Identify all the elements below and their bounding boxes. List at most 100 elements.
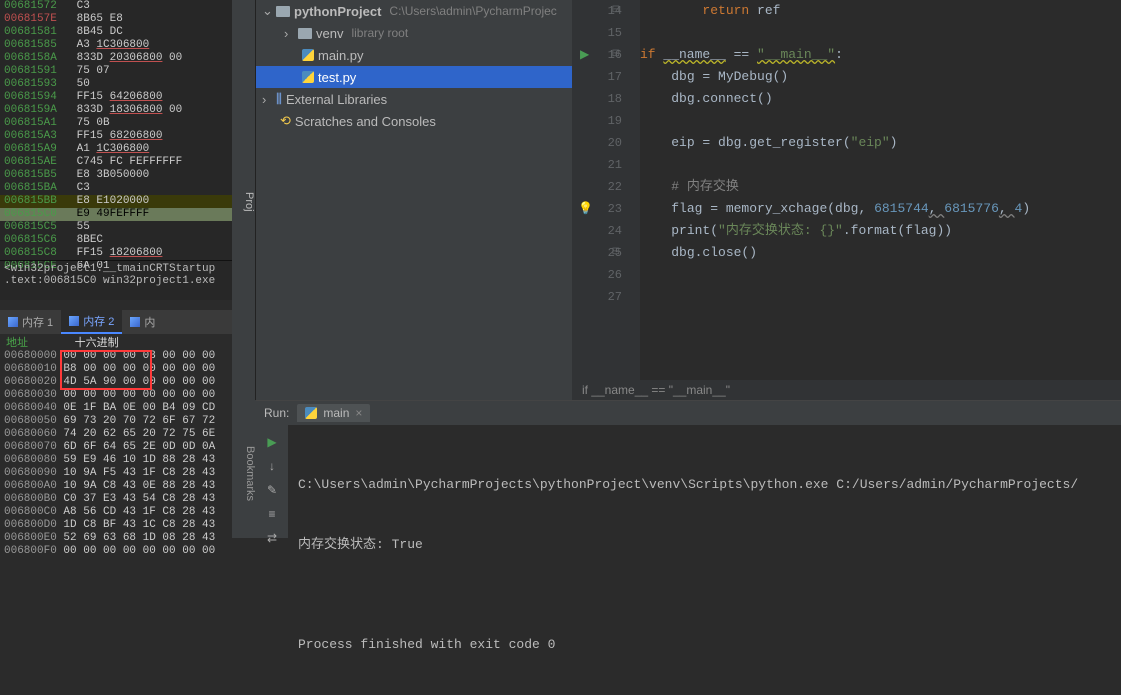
tree-external-libraries[interactable]: › ⫼ External Libraries bbox=[256, 88, 572, 110]
project-tree[interactable]: ⌄ pythonProject C:\Users\admin\PycharmPr… bbox=[256, 0, 572, 400]
code-line[interactable] bbox=[640, 286, 1121, 308]
disasm-row[interactable]: 0068157E 8B65 E8 bbox=[0, 13, 232, 26]
memdump-row[interactable]: 006800F0 00 00 00 00 00 00 00 00 bbox=[4, 545, 228, 558]
line-number[interactable]: 15 bbox=[572, 22, 622, 44]
code-line[interactable]: if __name__ == "__main__": bbox=[640, 44, 1121, 66]
fold-icon[interactable]: ⊟ bbox=[612, 0, 620, 22]
code-line[interactable]: dbg = MyDebug() bbox=[640, 66, 1121, 88]
tree-test-label: test.py bbox=[318, 70, 356, 85]
disasm-row[interactable]: 00681585 A3 1C306800 bbox=[0, 39, 232, 52]
memdump-row[interactable]: 00680090 10 9A F5 43 1F C8 28 43 bbox=[4, 467, 228, 480]
disasm-row[interactable]: 0068159A 833D 18306800 00 bbox=[0, 104, 232, 117]
chevron-right-icon: › bbox=[284, 26, 294, 41]
line-number[interactable]: 14⊟ bbox=[572, 0, 622, 22]
memdump-row[interactable]: 00680080 59 E9 46 10 1D 88 28 43 bbox=[4, 454, 228, 467]
hex-label: 十六进制 bbox=[75, 338, 119, 350]
run-tab-main[interactable]: main × bbox=[297, 404, 370, 422]
line-number[interactable]: 19 bbox=[572, 110, 622, 132]
tree-main-py[interactable]: main.py bbox=[256, 44, 572, 66]
memdump-row[interactable]: 006800A0 10 9A C8 43 0E 88 28 43 bbox=[4, 480, 228, 493]
code-line[interactable]: dbg.connect() bbox=[640, 88, 1121, 110]
code-line[interactable]: print("内存交换状态: {}".format(flag)) bbox=[640, 220, 1121, 242]
fold-icon[interactable]: ⊟ bbox=[612, 242, 620, 264]
code-line[interactable]: eip = dbg.get_register("eip") bbox=[640, 132, 1121, 154]
memdump-row[interactable]: 00680050 69 73 20 70 72 6F 67 72 bbox=[4, 415, 228, 428]
disasm-row[interactable]: 006815A1 75 0B bbox=[0, 117, 232, 130]
disasm-row[interactable]: 006815BB E8 E1020000 bbox=[0, 195, 232, 208]
project-sidebar-strip[interactable]: Proj bbox=[232, 0, 256, 400]
tree-root[interactable]: ⌄ pythonProject C:\Users\admin\PycharmPr… bbox=[256, 0, 572, 22]
disasm-row[interactable]: 006815C6 8BEC bbox=[0, 234, 232, 247]
disasm-row[interactable]: 006815A9 A1 1C306800 bbox=[0, 143, 232, 156]
disasm-row[interactable]: 006815C5 55 bbox=[0, 221, 232, 234]
disasm-row[interactable]: 006815B5 E8 3B050000 bbox=[0, 169, 232, 182]
disasm-row[interactable]: 006815A3 FF15 68206800 bbox=[0, 130, 232, 143]
code-line[interactable]: flag = memory_xchage(dbg, 6815744, 68157… bbox=[640, 198, 1121, 220]
memdump-row[interactable]: 00680000 00 00 00 00 03 00 00 00 bbox=[4, 350, 228, 363]
memdump-row[interactable]: 00680020 4D 5A 90 00 00 00 00 00 bbox=[4, 376, 228, 389]
line-number[interactable]: 25⊟ bbox=[572, 242, 622, 264]
disasm-row[interactable]: 006815BA C3 bbox=[0, 182, 232, 195]
code-line[interactable] bbox=[640, 154, 1121, 176]
line-number[interactable]: 22 bbox=[572, 176, 622, 198]
disasm-row[interactable]: 006815C0 E9 49FEFFFF bbox=[0, 208, 232, 221]
editor-gutter[interactable]: 14⊟1516▶⊟17181920212223💡2425⊟2627 bbox=[572, 0, 640, 400]
tree-venv[interactable]: › venv library root bbox=[256, 22, 572, 44]
code-line[interactable]: dbg.close() bbox=[640, 242, 1121, 264]
intention-bulb-icon[interactable]: 💡 bbox=[578, 198, 593, 220]
code-line[interactable]: return ref bbox=[640, 0, 1121, 22]
memory-tab-3[interactable]: 内 bbox=[122, 311, 163, 333]
bookmarks-sidebar[interactable]: Bookmarks bbox=[232, 400, 256, 538]
tree-test-py[interactable]: test.py bbox=[256, 66, 572, 88]
disassembly-panel[interactable]: 00681572 C30068157E 8B65 E800681581 8B45… bbox=[0, 0, 232, 300]
disasm-row[interactable]: 0068158A 833D 20306800 00 bbox=[0, 52, 232, 65]
stop-button[interactable]: ↓ bbox=[264, 459, 280, 473]
close-icon[interactable]: × bbox=[355, 406, 362, 420]
line-number[interactable]: 24 bbox=[572, 220, 622, 242]
wrap-button[interactable]: ⇄ bbox=[264, 531, 280, 545]
memdump-row[interactable]: 00680060 74 20 62 65 20 72 75 6E bbox=[4, 428, 228, 441]
line-number[interactable]: 26 bbox=[572, 264, 622, 286]
memdump-row[interactable]: 006800C0 A8 56 CD 43 1F C8 28 43 bbox=[4, 506, 228, 519]
run-button[interactable]: ▶ bbox=[264, 435, 280, 449]
filter-button[interactable]: ≡ bbox=[264, 507, 280, 521]
disasm-row[interactable]: 00681594 FF15 64206800 bbox=[0, 91, 232, 104]
breadcrumb[interactable]: if __name__ == "__main__" bbox=[572, 380, 1121, 400]
line-number[interactable]: 23💡 bbox=[572, 198, 622, 220]
line-number[interactable]: 16▶⊟ bbox=[572, 44, 622, 66]
scratches-icon: ⟲ bbox=[280, 113, 291, 129]
disasm-row[interactable]: 00681572 C3 bbox=[0, 0, 232, 13]
cube-icon bbox=[69, 316, 79, 326]
memdump-row[interactable]: 00680070 6D 6F 64 65 2E 0D 0D 0A bbox=[4, 441, 228, 454]
disasm-row[interactable]: 006815AE C745 FC FEFFFFFF bbox=[0, 156, 232, 169]
disasm-row[interactable]: 00681581 8B45 DC bbox=[0, 26, 232, 39]
settings-button[interactable]: ✎ bbox=[264, 483, 280, 497]
run-output[interactable]: C:\Users\admin\PycharmProjects\pythonPro… bbox=[292, 429, 1117, 534]
code-line[interactable] bbox=[640, 110, 1121, 132]
code-editor[interactable]: return ref if __name__ == "__main__": dbg… bbox=[640, 0, 1121, 380]
memory-dump[interactable]: 00680000 00 00 00 00 03 00 00 0000680010… bbox=[0, 350, 232, 558]
disasm-row[interactable]: 00681591 75 07 bbox=[0, 65, 232, 78]
tree-root-label: pythonProject bbox=[294, 4, 381, 19]
python-file-icon bbox=[302, 49, 314, 61]
memdump-row[interactable]: 006800E0 52 69 63 68 1D 08 28 43 bbox=[4, 532, 228, 545]
memdump-row[interactable]: 00680010 B8 00 00 00 00 00 00 00 bbox=[4, 363, 228, 376]
memdump-row[interactable]: 006800B0 C0 37 E3 43 54 C8 28 43 bbox=[4, 493, 228, 506]
line-number[interactable]: 27 bbox=[572, 286, 622, 308]
code-line[interactable]: # 内存交换 bbox=[640, 176, 1121, 198]
line-number[interactable]: 21 bbox=[572, 154, 622, 176]
memory-tab-2[interactable]: 内存 2 bbox=[61, 310, 122, 334]
memory-tab-1[interactable]: 内存 1 bbox=[0, 311, 61, 333]
line-number[interactable]: 18 bbox=[572, 88, 622, 110]
memdump-row[interactable]: 006800D0 1D C8 BF 43 1C C8 28 43 bbox=[4, 519, 228, 532]
run-gutter-icon[interactable]: ▶ bbox=[580, 44, 589, 66]
memdump-row[interactable]: 00680030 00 00 00 00 00 00 00 00 bbox=[4, 389, 228, 402]
disasm-row[interactable]: 00681593 50 bbox=[0, 78, 232, 91]
line-number[interactable]: 17 bbox=[572, 66, 622, 88]
tree-scratches[interactable]: ⟲ Scratches and Consoles bbox=[256, 110, 572, 132]
code-line[interactable] bbox=[640, 22, 1121, 44]
line-number[interactable]: 20 bbox=[572, 132, 622, 154]
disasm-row[interactable]: 006815C8 FF15 18206800 bbox=[0, 247, 232, 260]
code-line[interactable] bbox=[640, 264, 1121, 286]
memdump-row[interactable]: 00680040 0E 1F BA 0E 00 B4 09 CD bbox=[4, 402, 228, 415]
